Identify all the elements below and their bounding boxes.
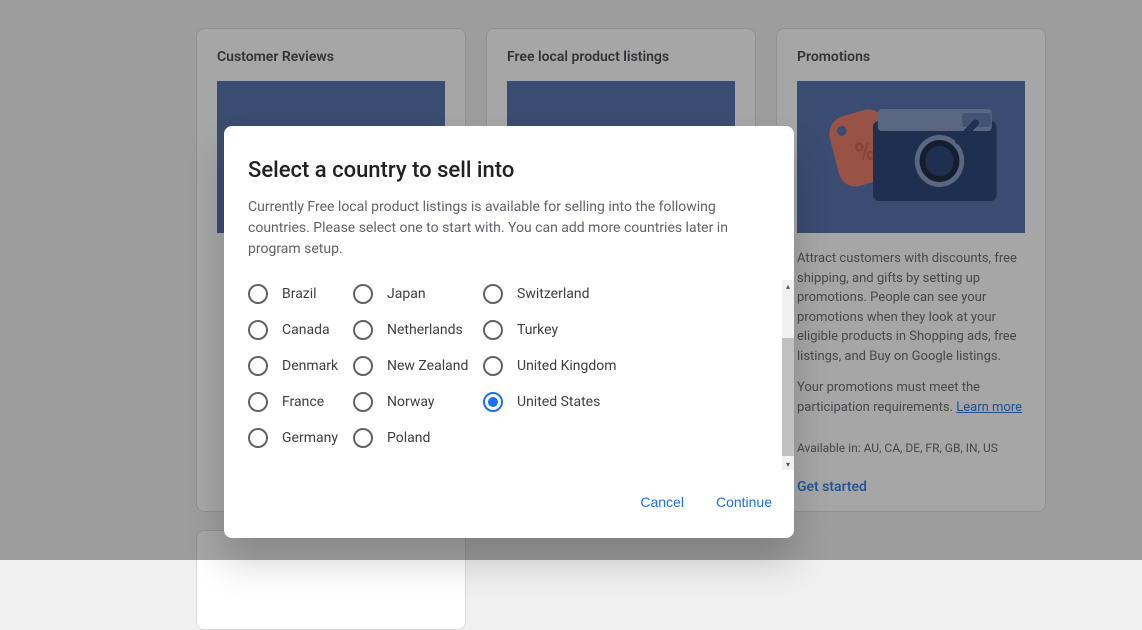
country-label: Switzerland [517, 286, 589, 302]
radio-icon [353, 356, 373, 376]
country-label: United States [517, 394, 600, 410]
country-label: Japan [387, 286, 426, 302]
country-radio-netherlands[interactable]: Netherlands [353, 320, 483, 340]
radio-icon [248, 320, 268, 340]
country-label: Germany [282, 430, 338, 446]
radio-icon [248, 356, 268, 376]
scroll-down-arrow[interactable]: ▾ [782, 458, 794, 470]
country-label: France [282, 394, 324, 410]
country-scroll-area: Brazil Japan Switzerland Canada Netherlands T… [224, 280, 794, 470]
radio-icon [483, 356, 503, 376]
radio-icon [248, 428, 268, 448]
dialog-actions: Cancel Continue [224, 470, 794, 528]
country-radio-germany[interactable]: Germany [248, 428, 353, 448]
country-radio-france[interactable]: France [248, 392, 353, 412]
country-select-dialog: Select a country to sell into Currently … [224, 126, 794, 538]
country-label: Poland [387, 430, 430, 446]
radio-icon [353, 392, 373, 412]
radio-icon [248, 392, 268, 412]
country-label: United Kingdom [517, 358, 617, 374]
country-radio-brazil[interactable]: Brazil [248, 284, 353, 304]
country-radio-new-zealand[interactable]: New Zealand [353, 356, 483, 376]
continue-button[interactable]: Continue [712, 488, 776, 516]
country-radio-canada[interactable]: Canada [248, 320, 353, 340]
radio-icon [353, 284, 373, 304]
scrollbar-thumb[interactable] [782, 338, 794, 456]
country-label: Netherlands [387, 322, 463, 338]
country-radio-turkey[interactable]: Turkey [483, 320, 770, 340]
country-radio-japan[interactable]: Japan [353, 284, 483, 304]
country-radio-norway[interactable]: Norway [353, 392, 483, 412]
country-radio-denmark[interactable]: Denmark [248, 356, 353, 376]
radio-icon [248, 284, 268, 304]
radio-icon [483, 284, 503, 304]
country-radio-united-kingdom[interactable]: United Kingdom [483, 356, 770, 376]
scroll-up-arrow[interactable]: ▴ [782, 280, 794, 292]
country-label: Brazil [282, 286, 317, 302]
cancel-button[interactable]: Cancel [636, 488, 688, 516]
scrollbar-track[interactable]: ▴ ▾ [782, 280, 794, 470]
radio-icon [483, 320, 503, 340]
radio-icon [483, 392, 503, 412]
country-label: Denmark [282, 358, 338, 374]
country-radio-poland[interactable]: Poland [353, 428, 483, 448]
country-radio-grid: Brazil Japan Switzerland Canada Netherlands T… [248, 284, 770, 448]
radio-icon [353, 428, 373, 448]
country-label: Turkey [517, 322, 558, 338]
radio-icon [353, 320, 373, 340]
country-radio-united-states[interactable]: United States [483, 392, 770, 412]
dialog-subtitle: Currently Free local product listings is… [224, 187, 794, 260]
country-label: New Zealand [387, 358, 468, 374]
country-radio-switzerland[interactable]: Switzerland [483, 284, 770, 304]
country-label: Norway [387, 394, 435, 410]
country-label: Canada [282, 322, 330, 338]
dialog-title: Select a country to sell into [224, 126, 794, 187]
